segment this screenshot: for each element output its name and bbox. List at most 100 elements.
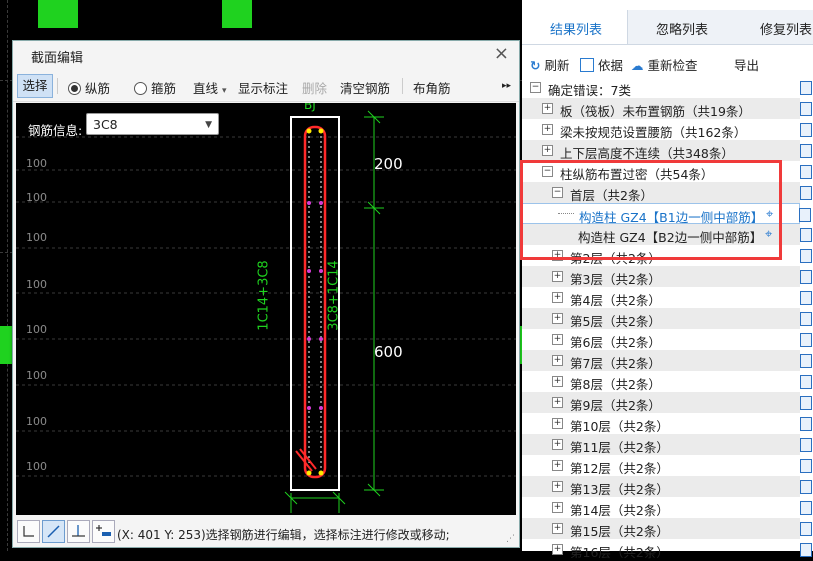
edit-note-icon[interactable] <box>800 81 812 95</box>
close-icon[interactable]: × <box>494 43 509 64</box>
dimension-label-200[interactable]: 200 <box>374 155 403 173</box>
expand-icon[interactable]: + <box>552 523 563 534</box>
recheck-label: 重新检查 <box>647 58 698 73</box>
edit-note-icon[interactable] <box>800 249 812 263</box>
edit-note-icon[interactable] <box>800 144 812 158</box>
expand-icon[interactable]: + <box>552 397 563 408</box>
expand-icon[interactable]: + <box>552 292 563 303</box>
edit-note-icon[interactable] <box>800 102 812 116</box>
edit-note-icon[interactable] <box>800 165 812 179</box>
resize-grip-icon[interactable]: ⋰ <box>506 534 515 544</box>
edit-note-icon[interactable] <box>800 333 812 347</box>
tab-fixed[interactable]: 修复列表 <box>760 19 812 38</box>
basis-button[interactable]: 依据 <box>580 55 623 74</box>
tab-results[interactable]: 结果列表 <box>550 19 602 38</box>
ortho-icon[interactable] <box>17 520 40 543</box>
tree-node[interactable]: + 第10层（共2条） <box>522 413 812 434</box>
expand-icon[interactable]: + <box>552 418 563 429</box>
tree-node[interactable]: + 第13层（共2条） <box>522 476 812 497</box>
rebar-point <box>319 201 323 205</box>
result-tabs: 结果列表 忽略列表 修复列表 <box>522 10 813 45</box>
more-icon[interactable]: ▸▸ <box>502 81 511 91</box>
tree-node[interactable]: + 梁未按规范设置腰筋（共162条） <box>522 119 812 140</box>
tree-item-label: 第10层（共2条） <box>570 419 669 434</box>
tree-node[interactable]: − 确定错误：7类 <box>522 77 812 98</box>
refresh-button[interactable]: ↻ 刷新 <box>530 55 569 74</box>
tree-node[interactable]: + 第9层（共2条） <box>522 392 812 413</box>
expand-icon[interactable]: + <box>552 502 563 513</box>
tab-ignored[interactable]: 忽略列表 <box>656 19 708 38</box>
expand-icon[interactable]: + <box>552 460 563 471</box>
radio-unchecked-icon <box>134 82 147 95</box>
tree-node[interactable]: + 第6层（共2条） <box>522 329 812 350</box>
tree-node[interactable]: + 第3层（共2条） <box>522 266 812 287</box>
rebar-info-select[interactable]: 3C8 ▼ <box>86 113 219 135</box>
longitudinal-radio[interactable]: 纵筋 <box>68 78 110 97</box>
edit-note-icon[interactable] <box>800 438 812 452</box>
tree-node[interactable]: + 第5层（共2条） <box>522 308 812 329</box>
export-button[interactable]: 导出 <box>734 55 759 74</box>
expand-icon[interactable]: + <box>552 439 563 450</box>
column-block <box>222 0 252 28</box>
add-point-icon[interactable] <box>92 520 115 543</box>
right-rebar-label[interactable]: 3C8+1C14 <box>327 260 342 330</box>
delete-button[interactable]: 删除 <box>302 78 327 97</box>
edit-note-icon[interactable] <box>800 291 812 305</box>
tree-node[interactable]: + 第8层（共2条） <box>522 371 812 392</box>
edit-note-icon[interactable] <box>800 312 812 326</box>
stirrup-outline <box>303 125 327 479</box>
corner-rebar-button[interactable]: 布角筋 <box>413 78 451 97</box>
tree-node[interactable]: + 第7层（共2条） <box>522 350 812 371</box>
tree-item-label: 第15层（共2条） <box>570 524 669 539</box>
show-label-button[interactable]: 显示标注 <box>238 78 288 97</box>
recheck-button[interactable]: ☁ 重新检查 <box>631 55 698 74</box>
perpendicular-icon[interactable] <box>67 520 90 543</box>
edit-note-icon[interactable] <box>800 186 812 200</box>
left-rebar-label[interactable]: 1C14+3C8 <box>257 260 272 330</box>
edit-note-icon[interactable] <box>800 522 812 536</box>
expand-icon[interactable]: + <box>542 103 553 114</box>
edit-note-icon[interactable] <box>800 459 812 473</box>
edit-note-icon[interactable] <box>800 270 812 284</box>
edit-note-icon[interactable] <box>800 123 812 137</box>
edit-note-icon[interactable] <box>800 228 812 242</box>
grid-label: 100 <box>26 278 47 291</box>
tree-node[interactable]: + 第12层（共2条） <box>522 455 812 476</box>
expand-icon[interactable]: + <box>552 313 563 324</box>
tree-node[interactable]: + 第15层（共2条） <box>522 518 812 539</box>
edit-note-icon[interactable] <box>799 208 811 222</box>
tree-node[interactable]: + 上下层高度不连续（共348条） <box>522 140 812 161</box>
edit-note-icon[interactable] <box>800 354 812 368</box>
tree-node[interactable]: + 板（筏板）未布置钢筋（共19条） <box>522 98 812 119</box>
expand-icon[interactable]: + <box>552 544 563 555</box>
expand-icon[interactable]: + <box>542 124 553 135</box>
diagonal-line-icon[interactable] <box>42 520 65 543</box>
collapse-icon[interactable]: − <box>530 82 541 93</box>
cloud-icon: ☁ <box>631 58 644 73</box>
edit-note-icon[interactable] <box>800 480 812 494</box>
section-canvas[interactable]: BJ 200 600 1C14+3C8 3C8+1C14 钢筋信息: 3C8 ▼ … <box>16 103 516 515</box>
expand-icon[interactable]: + <box>552 271 563 282</box>
expand-icon[interactable]: + <box>552 376 563 387</box>
tree-node[interactable]: + 第16层（共2条） <box>522 539 812 560</box>
expand-icon[interactable]: + <box>552 481 563 492</box>
expand-icon[interactable]: + <box>552 355 563 366</box>
tree-node[interactable]: + 第4层（共2条） <box>522 287 812 308</box>
grid-label: 100 <box>26 460 47 473</box>
edit-note-icon[interactable] <box>800 543 812 557</box>
longitudinal-label: 纵筋 <box>85 81 111 96</box>
edit-note-icon[interactable] <box>800 375 812 389</box>
edit-note-icon[interactable] <box>800 501 812 515</box>
line-dropdown[interactable]: 直线 ▾ <box>193 78 227 97</box>
clear-rebar-button[interactable]: 清空钢筋 <box>340 78 390 97</box>
dimension-label-600[interactable]: 600 <box>374 343 403 361</box>
edit-note-icon[interactable] <box>800 417 812 431</box>
tree-node[interactable]: + 第11层（共2条） <box>522 434 812 455</box>
stirrup-radio[interactable]: 箍筋 <box>134 78 176 97</box>
edit-note-icon[interactable] <box>800 396 812 410</box>
expand-icon[interactable]: + <box>542 145 553 156</box>
select-button[interactable]: 选择 <box>17 74 53 98</box>
expand-icon[interactable]: + <box>552 334 563 345</box>
tree-node[interactable]: + 第14层（共2条） <box>522 497 812 518</box>
basis-icon <box>580 58 594 72</box>
